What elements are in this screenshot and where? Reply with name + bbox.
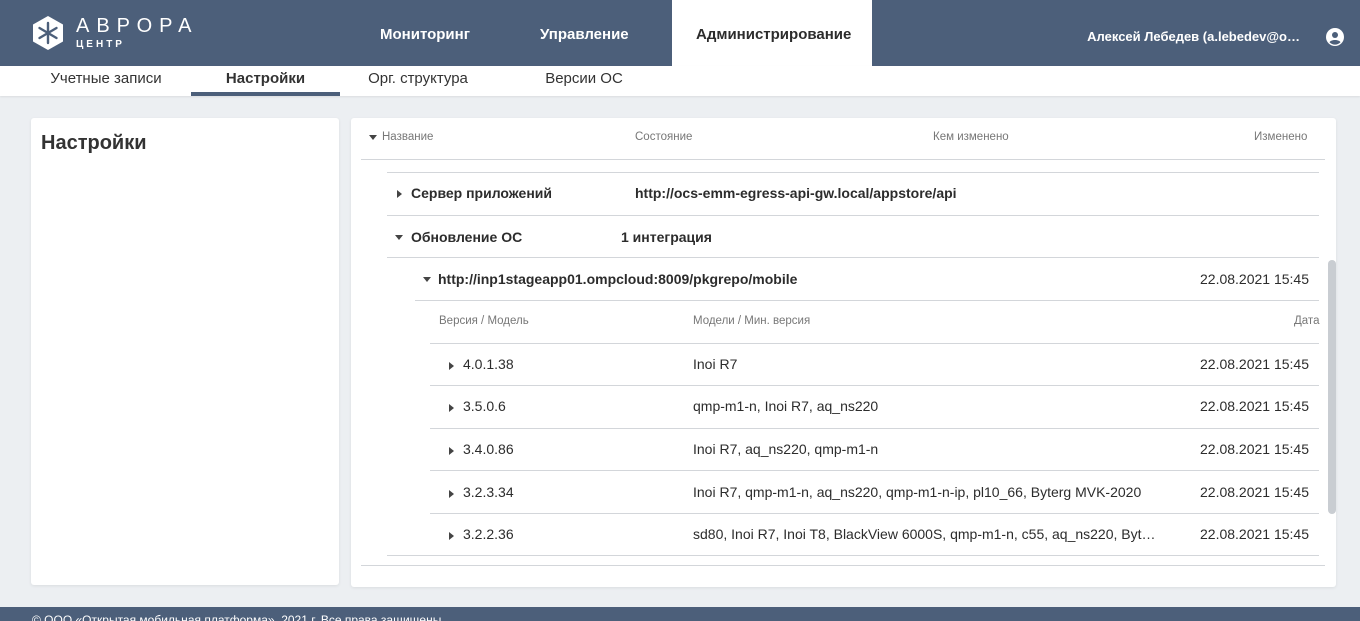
version-row-version[interactable]: 3.5.0.6 bbox=[463, 398, 506, 414]
version-row-date: 22.08.2021 15:45 bbox=[1200, 526, 1309, 542]
row-divider bbox=[387, 172, 1319, 173]
version-row-version[interactable]: 4.0.1.38 bbox=[463, 356, 514, 372]
table-bottom-divider bbox=[361, 565, 1325, 566]
column-header-state: Состояние bbox=[635, 131, 693, 143]
user-name[interactable]: Алексей Лебедев (a.lebedev@o… bbox=[1087, 0, 1300, 74]
top-bar: АВРОРА ЦЕНТР Мониторинг Управление Админ… bbox=[0, 0, 1360, 66]
row-divider bbox=[430, 513, 1319, 514]
brand-subtitle: ЦЕНТР bbox=[76, 39, 125, 50]
brand-title: АВРОРА bbox=[76, 15, 199, 37]
version-row-models: qmp-m1-n, Inoi R7, aq_ns220 bbox=[693, 398, 879, 414]
subheader-date: Дата bbox=[1294, 315, 1320, 327]
column-header-changed: Изменено bbox=[1254, 131, 1308, 143]
brand-logo[interactable]: АВРОРА ЦЕНТР bbox=[30, 12, 198, 54]
integration-url[interactable]: http://inp1stageapp01.ompcloud:8009/pkgr… bbox=[438, 271, 797, 287]
version-row-models: Inoi R7, qmp-m1-n, aq_ns220, qmp-m1-n-ip… bbox=[693, 484, 1142, 500]
version-row-models: Inoi R7, aq_ns220, qmp-m1-n bbox=[693, 441, 879, 457]
subheader-version: Версия / Модель bbox=[439, 315, 529, 327]
settings-sidebar: Настройки bbox=[31, 118, 339, 585]
settings-title: Настройки bbox=[41, 132, 147, 154]
row-divider bbox=[430, 428, 1319, 429]
row-divider bbox=[415, 300, 1319, 301]
row-divider bbox=[387, 555, 1319, 556]
version-row-date: 22.08.2021 15:45 bbox=[1200, 484, 1309, 500]
row-app-server-state: http://ocs-emm-egress-api-gw.local/appst… bbox=[635, 185, 957, 201]
subtab-accounts[interactable]: Учетные записи bbox=[47, 66, 165, 96]
integration-changed: 22.08.2021 15:45 bbox=[1200, 271, 1309, 287]
footer-copyright: © ООО «Открытая мобильная платформа», 20… bbox=[32, 613, 442, 621]
expand-right-icon[interactable] bbox=[449, 532, 454, 540]
table-scrollbar[interactable] bbox=[1328, 260, 1336, 514]
row-os-update-state: 1 интеграция bbox=[621, 229, 712, 245]
footer: © ООО «Открытая мобильная платформа», 20… bbox=[0, 607, 1360, 621]
row-divider bbox=[387, 215, 1319, 216]
subtab-settings[interactable]: Настройки bbox=[191, 66, 340, 96]
version-row-date: 22.08.2021 15:45 bbox=[1200, 441, 1309, 457]
user-circle-icon[interactable] bbox=[1326, 28, 1344, 46]
version-row-models: sd80, Inoi R7, Inoi T8, BlackView 6000S,… bbox=[693, 526, 1156, 542]
version-row-models: Inoi R7 bbox=[693, 356, 738, 372]
expand-right-icon[interactable] bbox=[449, 490, 454, 498]
row-divider bbox=[387, 257, 1319, 258]
header-divider bbox=[361, 159, 1325, 160]
sub-navigation: Учетные записи Настройки Орг. структура … bbox=[0, 66, 1360, 96]
version-row-date: 22.08.2021 15:45 bbox=[1200, 398, 1309, 414]
expand-right-icon[interactable] bbox=[397, 190, 402, 198]
aurora-logo-icon bbox=[33, 16, 63, 50]
version-row-date: 22.08.2021 15:45 bbox=[1200, 356, 1309, 372]
subtab-org-structure[interactable]: Орг. структура bbox=[359, 66, 477, 96]
version-row-version[interactable]: 3.2.2.36 bbox=[463, 526, 514, 542]
nav-tab-monitoring[interactable]: Мониторинг bbox=[380, 0, 470, 66]
column-header-changed-by: Кем изменено bbox=[933, 131, 1009, 143]
collapse-down-icon[interactable] bbox=[423, 277, 431, 282]
row-app-server-name[interactable]: Сервер приложений bbox=[411, 185, 552, 201]
expand-right-icon[interactable] bbox=[449, 447, 454, 455]
nav-tab-management[interactable]: Управление bbox=[540, 0, 629, 66]
collapse-down-icon[interactable] bbox=[395, 235, 403, 240]
version-row-version[interactable]: 3.4.0.86 bbox=[463, 441, 514, 457]
row-divider bbox=[430, 385, 1319, 386]
version-row-version[interactable]: 3.2.3.34 bbox=[463, 484, 514, 500]
row-divider bbox=[430, 470, 1319, 471]
expand-right-icon[interactable] bbox=[449, 362, 454, 370]
row-os-update-name[interactable]: Обновление ОС bbox=[411, 229, 522, 245]
subheader-models: Модели / Мин. версия bbox=[693, 315, 811, 327]
row-divider bbox=[430, 343, 1319, 344]
expand-right-icon[interactable] bbox=[449, 404, 454, 412]
column-header-name[interactable]: Название bbox=[382, 131, 433, 143]
nav-tab-administration[interactable]: Администрирование bbox=[672, 0, 872, 66]
subtab-os-versions[interactable]: Версии ОС bbox=[545, 66, 623, 96]
sort-caret-icon[interactable] bbox=[369, 135, 377, 140]
